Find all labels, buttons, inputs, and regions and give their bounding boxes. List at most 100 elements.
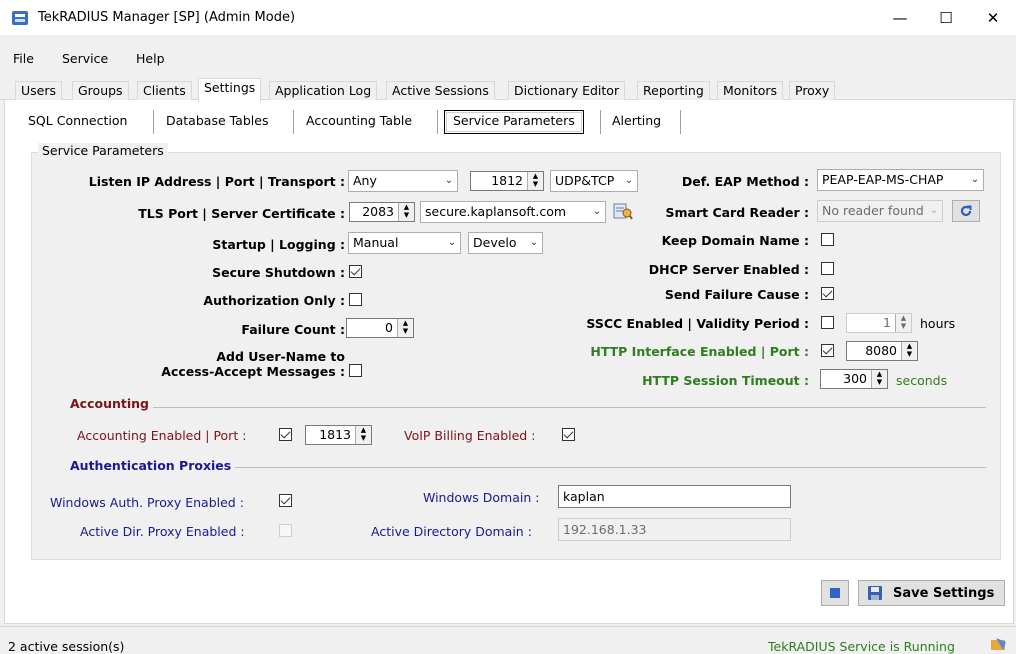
http-interface-label: HTTP Interface Enabled | Port : bbox=[590, 344, 809, 359]
spin-arrows-icon: ▲ ▼ bbox=[527, 172, 543, 190]
stop-service-button[interactable] bbox=[821, 580, 849, 606]
spin-arrows-icon: ▲ ▼ bbox=[901, 342, 917, 360]
ad-domain-label: Active Directory Domain : bbox=[371, 524, 532, 539]
validity-unit: hours bbox=[920, 316, 956, 331]
auth-proxies-header: Authentication Proxies bbox=[66, 458, 236, 473]
accounting-port-spinner[interactable]: 1813 ▲ ▼ bbox=[305, 425, 372, 445]
group-title: Service Parameters bbox=[38, 143, 168, 158]
tab-reporting[interactable]: Reporting bbox=[637, 81, 710, 101]
ad-domain-input: 192.168.1.33 bbox=[558, 518, 791, 541]
listen-label: Listen IP Address | Port | Transport : bbox=[88, 174, 345, 189]
send-failure-checkbox[interactable] bbox=[821, 287, 834, 300]
accounting-header: Accounting bbox=[66, 396, 153, 411]
voip-billing-label: VoIP Billing Enabled : bbox=[404, 428, 536, 443]
window-title: TekRADIUS Manager [SP] (Admin Mode) bbox=[38, 10, 296, 25]
secure-shutdown-checkbox[interactable] bbox=[349, 265, 362, 278]
tls-port-spinner[interactable]: 2083 ▲ ▼ bbox=[349, 202, 415, 222]
eap-method-combo[interactable]: PEAP-EAP-MS-CHAP ⌄ bbox=[817, 169, 984, 191]
windows-domain-input[interactable]: kaplan bbox=[558, 485, 791, 508]
spin-arrows-icon: ▲ ▼ bbox=[355, 426, 371, 444]
startup-combo[interactable]: Manual ⌄ bbox=[348, 232, 461, 254]
subtab-accounting-table[interactable]: Accounting Table bbox=[298, 110, 420, 134]
refresh-button[interactable] bbox=[952, 200, 980, 222]
windows-domain-label: Windows Domain : bbox=[423, 490, 540, 505]
http-timeout-spinner[interactable]: 300 ▲ ▼ bbox=[820, 369, 888, 389]
certificate-browse-icon[interactable] bbox=[613, 202, 633, 220]
transport-combo[interactable]: UDP&TCP ⌄ bbox=[550, 170, 638, 192]
menu-service[interactable]: Service bbox=[62, 51, 108, 66]
subtab-alerting[interactable]: Alerting bbox=[604, 110, 669, 134]
service-status: TekRADIUS Service is Running bbox=[768, 639, 955, 654]
close-button[interactable]: ✕ bbox=[970, 0, 1016, 36]
tab-users[interactable]: Users bbox=[15, 81, 63, 101]
add-user-checkbox[interactable] bbox=[349, 364, 362, 377]
main-tab-strip: Users Groups Clients Settings Applicatio… bbox=[0, 78, 1016, 102]
menu-file[interactable]: File bbox=[13, 51, 34, 66]
subtab-sql-connection[interactable]: SQL Connection bbox=[20, 110, 135, 134]
chevron-down-icon: ⌄ bbox=[444, 233, 460, 253]
spin-arrows-icon: ▲ ▼ bbox=[871, 370, 887, 388]
chevron-down-icon: ⌄ bbox=[589, 202, 605, 222]
dhcp-checkbox[interactable] bbox=[821, 262, 834, 275]
subtab-database-tables[interactable]: Database Tables bbox=[158, 110, 276, 134]
secure-shutdown-label: Secure Shutdown : bbox=[212, 265, 345, 280]
accounting-enabled-checkbox[interactable] bbox=[279, 428, 292, 441]
dhcp-label: DHCP Server Enabled : bbox=[648, 262, 809, 277]
spin-arrows-icon: ▲ ▼ bbox=[895, 314, 911, 332]
http-timeout-label: HTTP Session Timeout : bbox=[642, 373, 809, 388]
save-icon bbox=[868, 586, 882, 600]
voip-billing-checkbox[interactable] bbox=[562, 428, 575, 441]
menu-bar: File Service Help bbox=[0, 48, 1016, 70]
send-failure-label: Send Failure Cause : bbox=[664, 287, 809, 302]
logging-combo[interactable]: Develo ⌄ bbox=[468, 232, 543, 254]
sscc-label: SSCC Enabled | Validity Period : bbox=[586, 316, 809, 331]
spin-arrows-icon: ▲ ▼ bbox=[398, 203, 414, 221]
stop-icon bbox=[830, 588, 840, 598]
smart-card-label: Smart Card Reader : bbox=[665, 205, 809, 220]
accounting-enabled-label: Accounting Enabled | Port : bbox=[77, 428, 247, 443]
active-dir-proxy-label: Active Dir. Proxy Enabled : bbox=[80, 524, 245, 539]
status-bar: 2 active session(s) TekRADIUS Service is… bbox=[0, 626, 1016, 654]
certificate-combo[interactable]: secure.kaplansoft.com ⌄ bbox=[420, 201, 606, 223]
save-settings-button[interactable]: Save Settings bbox=[858, 580, 1005, 606]
timeout-unit: seconds bbox=[896, 373, 948, 388]
tab-settings[interactable]: Settings bbox=[198, 78, 262, 102]
tab-groups[interactable]: Groups bbox=[72, 81, 129, 101]
menu-help[interactable]: Help bbox=[136, 51, 165, 66]
active-dir-proxy-checkbox bbox=[279, 524, 292, 537]
active-sessions-status: 2 active session(s) bbox=[8, 639, 125, 654]
keep-domain-checkbox[interactable] bbox=[821, 233, 834, 246]
add-user-label-line1: Add User-Name to bbox=[216, 349, 345, 364]
http-interface-checkbox[interactable] bbox=[821, 344, 834, 357]
tab-monitors[interactable]: Monitors bbox=[717, 81, 784, 101]
windows-auth-proxy-checkbox[interactable] bbox=[279, 494, 292, 507]
eap-method-label: Def. EAP Method : bbox=[681, 174, 809, 189]
chevron-down-icon: ⌄ bbox=[621, 171, 637, 191]
spin-arrows-icon: ▲ ▼ bbox=[397, 319, 413, 337]
failure-count-spinner[interactable]: 0 ▲ ▼ bbox=[346, 318, 414, 338]
tab-active-sessions[interactable]: Active Sessions bbox=[386, 81, 495, 101]
http-port-spinner[interactable]: 8080 ▲ ▼ bbox=[846, 341, 918, 361]
tab-proxy[interactable]: Proxy bbox=[789, 81, 836, 101]
failure-count-label: Failure Count : bbox=[241, 322, 345, 337]
validity-period-spinner: 1 ▲ ▼ bbox=[846, 313, 912, 333]
tab-application-log[interactable]: Application Log bbox=[269, 81, 378, 101]
startup-label: Startup | Logging : bbox=[212, 237, 345, 252]
listen-port-spinner[interactable]: 1812 ▲ ▼ bbox=[470, 171, 544, 191]
app-icon bbox=[12, 11, 28, 25]
maximize-button[interactable]: ☐ bbox=[923, 0, 969, 36]
keep-domain-label: Keep Domain Name : bbox=[661, 233, 809, 248]
minimize-button[interactable]: — bbox=[877, 0, 923, 36]
listen-ip-combo[interactable]: Any ⌄ bbox=[348, 170, 458, 192]
tab-dictionary-editor[interactable]: Dictionary Editor bbox=[508, 81, 626, 101]
subtab-service-parameters[interactable]: Service Parameters bbox=[444, 110, 584, 134]
sscc-checkbox[interactable] bbox=[821, 316, 834, 329]
chevron-down-icon: ⌄ bbox=[441, 171, 457, 191]
service-running-icon bbox=[991, 638, 1006, 650]
add-user-label-line2: Access-Accept Messages : bbox=[161, 364, 345, 379]
refresh-icon bbox=[960, 205, 972, 217]
tab-clients[interactable]: Clients bbox=[137, 81, 192, 101]
chevron-down-icon: ⌄ bbox=[967, 170, 983, 190]
authorization-only-label: Authorization Only : bbox=[203, 293, 345, 308]
authorization-only-checkbox[interactable] bbox=[349, 293, 362, 306]
